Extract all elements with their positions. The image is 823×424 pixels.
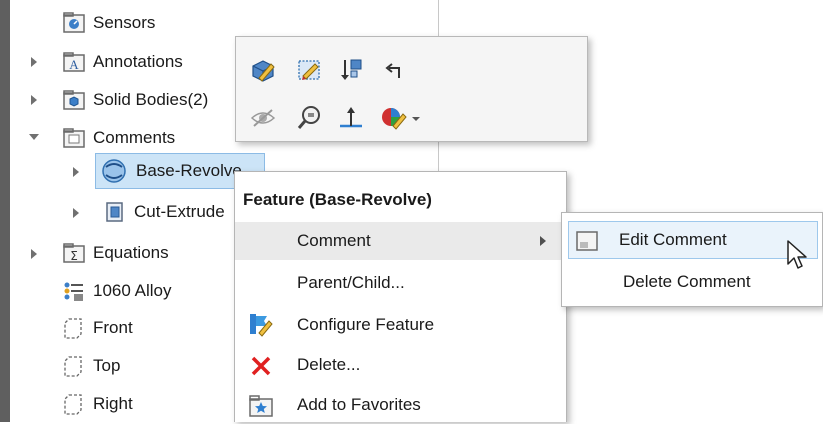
tree-item-top-plane[interactable]: Top (63, 351, 120, 381)
sensors-icon (63, 12, 85, 34)
rollback-icon[interactable] (336, 55, 366, 85)
menu-item-label: Delete... (297, 355, 361, 374)
plane-icon (63, 355, 85, 377)
tree-item-sensors[interactable]: Sensors (63, 8, 155, 38)
configure-feature-icon (247, 311, 275, 344)
expand-arrow-icon[interactable] (31, 57, 37, 67)
menu-item-label: Add to Favorites (297, 395, 421, 414)
tree-item-label: 1060 Alloy (93, 281, 172, 300)
revolve-icon (100, 157, 128, 185)
appearance-icon[interactable] (378, 103, 408, 133)
menu-item-label: Comment (297, 231, 371, 250)
edit-sketch-icon[interactable] (294, 55, 324, 85)
tree-item-equations[interactable]: Σ Equations (63, 238, 169, 268)
tree-item-label: Top (93, 356, 121, 375)
appearance-dropdown-icon[interactable] (412, 117, 420, 121)
plane-icon (63, 393, 85, 415)
material-icon (63, 280, 85, 302)
favorites-icon (249, 394, 273, 423)
edit-feature-icon[interactable] (248, 55, 278, 85)
collapse-arrow-icon[interactable] (29, 134, 39, 140)
mouse-cursor-icon (787, 240, 809, 277)
solid-bodies-icon (63, 89, 85, 111)
tree-item-label: Solid Bodies(2) (93, 90, 209, 109)
tree-item-solid-bodies[interactable]: Solid Bodies(2) (63, 85, 208, 115)
tree-item-label: Right (93, 394, 133, 413)
submenu-arrow-icon (540, 236, 546, 246)
delete-x-icon (249, 354, 273, 383)
menu-item-configure-feature[interactable]: Configure Feature (235, 306, 566, 344)
tree-item-label: Base-Revolve (136, 161, 242, 180)
left-edge-bar (0, 0, 10, 422)
tree-item-base-revolve[interactable]: Base-Revolve (100, 156, 242, 186)
tree-item-material[interactable]: 1060 Alloy (63, 276, 171, 306)
tree-item-comments[interactable]: Comments (63, 123, 175, 153)
comment-submenu: Edit Comment Delete Comment (561, 212, 823, 307)
context-toolbar (235, 36, 588, 142)
return-arrow-icon[interactable] (380, 55, 410, 85)
tree-item-label: Front (93, 318, 133, 337)
tree-item-label: Annotations (93, 52, 183, 71)
context-menu-title: Feature (Base-Revolve) (243, 190, 432, 209)
menu-item-label: Configure Feature (297, 315, 435, 334)
tree-item-annotations[interactable]: A Annotations (63, 47, 183, 77)
svg-text:Σ: Σ (70, 249, 78, 263)
edit-comment-icon (575, 229, 599, 258)
expand-arrow-icon[interactable] (73, 208, 79, 218)
menu-item-comment[interactable]: Comment (235, 222, 566, 260)
expand-arrow-icon[interactable] (73, 167, 79, 177)
menu-item-delete-comment[interactable]: Delete Comment (568, 263, 818, 301)
menu-item-label: Edit Comment (619, 230, 727, 249)
annotations-icon: A (63, 51, 85, 73)
tree-item-right-plane[interactable]: Right (63, 389, 133, 419)
expand-arrow-icon[interactable] (31, 249, 37, 259)
menu-item-edit-comment[interactable]: Edit Comment (568, 221, 818, 259)
comments-folder-icon (63, 127, 85, 149)
menu-item-parent-child[interactable]: Parent/Child... (235, 264, 566, 302)
tree-item-label: Comments (93, 128, 176, 147)
tree-item-label: Sensors (93, 13, 156, 32)
context-menu: Feature (Base-Revolve) Comment Parent/Ch… (234, 171, 567, 422)
tree-item-cut-extrude[interactable]: Cut-Extrude (104, 197, 225, 227)
equations-icon: Σ (63, 242, 85, 264)
tree-item-label: Equations (93, 243, 169, 262)
menu-item-add-to-favorites[interactable]: Add to Favorites (235, 386, 566, 424)
menu-item-delete[interactable]: Delete... (235, 346, 566, 384)
zoom-to-selection-icon[interactable] (294, 103, 324, 133)
tree-item-front-plane[interactable]: Front (63, 313, 133, 343)
svg-text:A: A (69, 57, 79, 72)
menu-item-label: Delete Comment (623, 272, 751, 291)
plane-icon (63, 317, 85, 339)
expand-arrow-icon[interactable] (31, 95, 37, 105)
normal-to-icon[interactable] (336, 103, 366, 133)
hide-icon[interactable] (248, 103, 278, 133)
tree-item-label: Cut-Extrude (134, 202, 225, 221)
cut-extrude-icon (104, 201, 126, 223)
menu-item-label: Parent/Child... (297, 273, 405, 292)
